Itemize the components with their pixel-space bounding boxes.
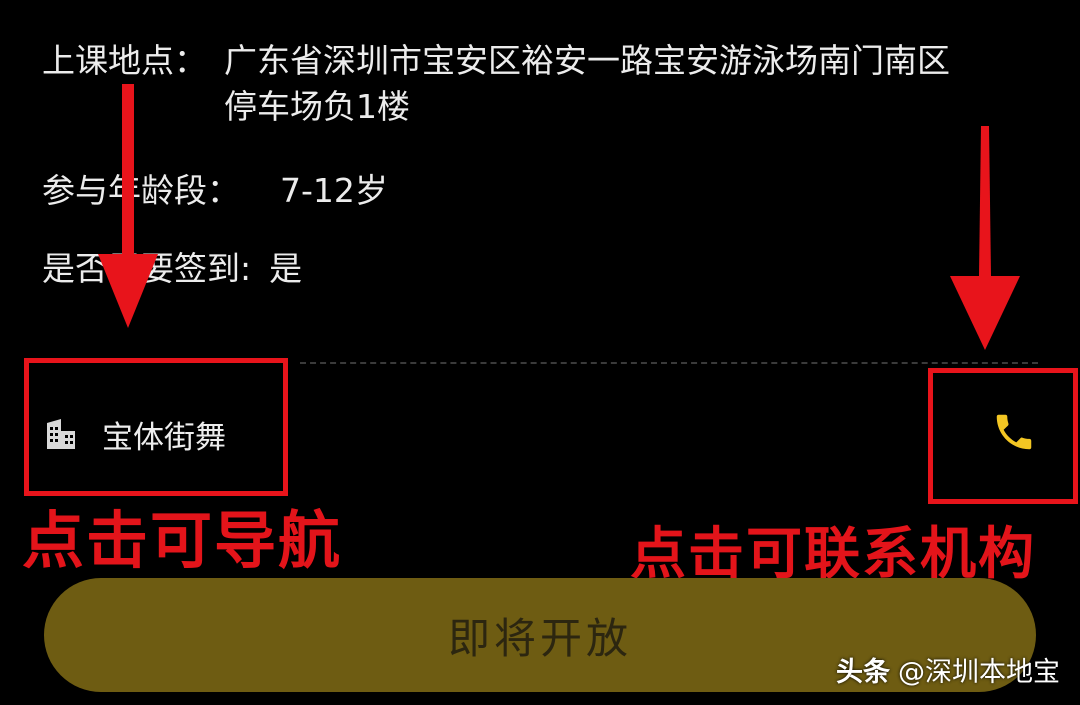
phone-highlight-box (928, 368, 1078, 504)
location-row: 上课地点： 广东省深圳市宝安区裕安一路宝安游泳场南门南区 停车场负1楼 (42, 38, 950, 126)
watermark-handle: @深圳本地宝 (898, 657, 1060, 688)
nav-highlight-box (24, 358, 288, 496)
signin-value: 是 (269, 249, 303, 288)
location-label: 上课地点： (42, 41, 207, 80)
signin-row: 是否需要签到:是 (42, 246, 302, 292)
location-value-line1: 广东省深圳市宝安区裕安一路宝安游泳场南门南区 (224, 41, 950, 80)
arrow-down-icon (98, 84, 158, 328)
age-row: 参与年龄段： 7-12岁 (42, 168, 388, 214)
watermark-brand: 头条 (836, 657, 890, 688)
watermark: 头条 @深圳本地宝 (836, 650, 1060, 689)
location-value-line2: 停车场负1楼 (224, 87, 410, 126)
annotation-nav-hint: 点击可导航 (22, 504, 343, 577)
age-value: 7-12岁 (280, 171, 388, 210)
arrow-down-icon (950, 126, 1020, 350)
section-divider (300, 362, 1038, 364)
